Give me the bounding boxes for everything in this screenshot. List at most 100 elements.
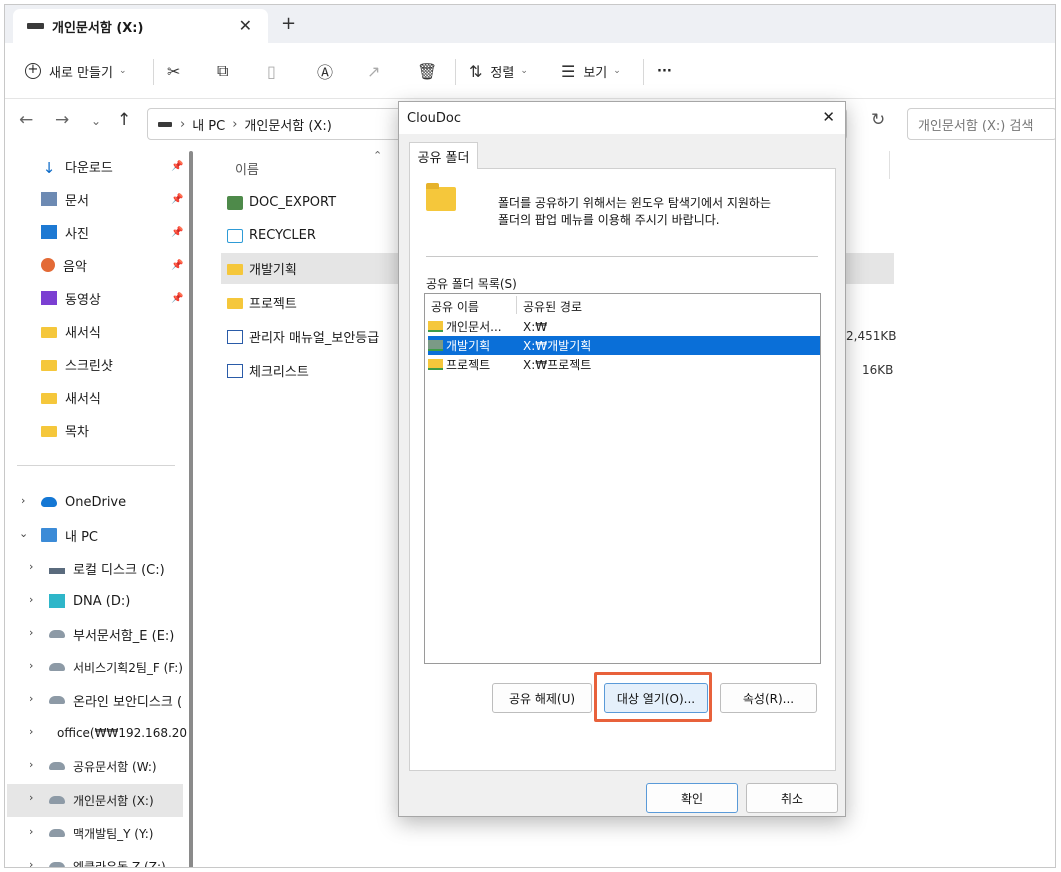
sidebar-item-this-pc[interactable]: 내 PC (41, 520, 98, 550)
chevron-right-icon[interactable]: › (21, 494, 25, 507)
folder-icon (41, 392, 57, 404)
recycler-icon (227, 228, 243, 243)
chevron-down-icon: ⌄ (520, 66, 528, 76)
ok-button[interactable]: 확인 (646, 783, 738, 813)
column-header-name[interactable]: 이름 (235, 159, 259, 178)
sidebar-item-label: 부서문서함_E (E:) (73, 628, 175, 644)
sidebar-item-secure-disk[interactable]: 온라인 보안디스크 ( (49, 685, 187, 715)
new-tab-button[interactable]: + (281, 13, 296, 34)
chevron-down-icon[interactable]: ⌄ (19, 527, 28, 540)
share-button[interactable]: ↗ (367, 57, 388, 85)
unshare-button[interactable]: 공유 해제(U) (492, 683, 592, 713)
sort-ascending-icon: ⌃ (373, 149, 383, 162)
network-drive-icon (49, 762, 65, 770)
column-divider[interactable] (516, 296, 517, 314)
chevron-right-icon[interactable]: › (29, 692, 33, 705)
share-row-selected[interactable]: 개발기획 X:₩개발기획 (428, 336, 820, 355)
recent-chevron-icon[interactable]: ⌄ (91, 114, 101, 128)
chevron-right-icon[interactable]: › (29, 858, 33, 867)
sidebar-item-drive-z[interactable]: 엠클라우독 Z (Z:) (49, 851, 166, 867)
sidebar-item-onedrive[interactable]: OneDrive (41, 487, 126, 517)
shared-folder-list[interactable]: 공유 이름 공유된 경로 개인문서... X:₩ 개발기획 X:₩개발기획 프로… (424, 293, 821, 664)
chevron-down-icon: ⌄ (613, 66, 621, 76)
chevron-right-icon[interactable]: › (29, 626, 33, 639)
chevron-right-icon[interactable]: › (29, 725, 33, 738)
sidebar-item-label: 목차 (65, 424, 89, 440)
sidebar-item-drive-e[interactable]: 부서문서함_E (E:) (49, 619, 174, 649)
copy-button[interactable]: ⧉ (217, 57, 236, 85)
sidebar-item-drive-d[interactable]: DNA (D:) (49, 586, 130, 616)
breadcrumb-personal-drive[interactable]: 개인문서함 (X:) (244, 115, 331, 134)
folder-icon (41, 326, 57, 338)
properties-button[interactable]: 속성(R)... (720, 683, 817, 713)
back-arrow-icon[interactable]: ← (19, 110, 33, 130)
sidebar-item-drive-w[interactable]: 공유문서함 (W:) (49, 751, 157, 781)
delete-button[interactable]: 🗑 (417, 57, 445, 85)
sidebar-item-pictures[interactable]: 사진 (41, 217, 89, 247)
pc-icon (41, 528, 57, 542)
sidebar-item-drive-f[interactable]: 서비스기획2팀_F (F:) (49, 652, 183, 682)
chevron-right-icon[interactable]: › (29, 593, 33, 606)
close-icon[interactable]: ✕ (822, 108, 835, 126)
sidebar-item-music[interactable]: 음악 (41, 250, 87, 280)
breadcrumb-this-pc[interactable]: 내 PC (192, 115, 225, 134)
sort-button[interactable]: ⇅ 정렬 ⌄ (469, 57, 528, 85)
search-input[interactable]: 개인문서함 (X:) 검색 (907, 108, 1055, 140)
document-icon (41, 192, 57, 206)
view-list-icon: ☰ (561, 61, 576, 81)
share-row[interactable]: 프로젝트 X:₩프로젝트 (428, 355, 820, 374)
column-divider[interactable] (889, 151, 890, 179)
sort-icon: ⇅ (469, 61, 483, 81)
sidebar-item-folder[interactable]: 새서식 (41, 316, 101, 346)
sidebar-item-label: OneDrive (65, 494, 127, 510)
sidebar-item-label: 문서 (65, 193, 89, 209)
column-header-share-path[interactable]: 공유된 경로 (523, 298, 582, 315)
drive-icon (27, 23, 44, 29)
chevron-right-icon[interactable]: › (29, 758, 33, 771)
toolbar-divider (455, 59, 456, 85)
cancel-button[interactable]: 취소 (746, 783, 838, 813)
tab-title: 개인문서함 (X:) (52, 20, 144, 36)
sidebar-item-videos[interactable]: 동영상 (41, 283, 101, 313)
close-tab-icon[interactable]: ✕ (239, 16, 252, 35)
more-options-button[interactable]: ··· (657, 57, 672, 85)
video-icon (41, 291, 57, 305)
chevron-right-icon[interactable]: › (29, 825, 33, 838)
download-icon: ↓ (42, 159, 56, 177)
sidebar-item-folder[interactable]: 새서식 (41, 382, 101, 412)
share-row[interactable]: 개인문서... X:₩ (428, 317, 820, 336)
chevron-right-icon[interactable]: › (29, 560, 33, 573)
sidebar-item-folder[interactable]: 스크린샷 (41, 349, 113, 379)
sidebar-scrollbar[interactable] (189, 151, 193, 867)
chevron-right-icon[interactable]: › (29, 659, 33, 672)
sidebar-item-label: 음악 (63, 259, 87, 275)
sidebar-item-label: 맥개발팀_Y (Y:) (73, 826, 154, 841)
sidebar-item-downloads[interactable]: ↓ 다운로드 (41, 151, 113, 181)
sidebar-item-drive-y[interactable]: 맥개발팀_Y (Y:) (49, 818, 153, 848)
sidebar-item-drive-c[interactable]: 로컬 디스크 (C:) (49, 553, 165, 583)
pin-icon: 📌 (171, 194, 184, 205)
rename-button[interactable]: Ⓐ (317, 57, 341, 85)
file-size: 16KB (862, 363, 894, 377)
tab-personal-drive[interactable]: 개인문서함 (X:) ✕ (13, 9, 268, 43)
open-target-button[interactable]: 대상 열기(O)... (604, 683, 708, 713)
new-button[interactable]: + 새로 만들기 ⌄ (25, 57, 126, 85)
up-arrow-icon[interactable]: ↑ (117, 110, 131, 130)
cut-button[interactable]: ✂ (167, 57, 188, 85)
sidebar-item-folder[interactable]: 목차 (41, 415, 89, 445)
chevron-right-icon[interactable]: › (29, 791, 33, 804)
tab-shared-folders[interactable]: 공유 폴더 (409, 142, 478, 169)
sidebar-item-drive-x[interactable]: 개인문서함 (X:) (49, 785, 154, 815)
forward-arrow-icon[interactable]: → (55, 110, 69, 130)
sidebar-item-label: 서비스기획2팀_F (F:) (73, 660, 183, 675)
sidebar-item-documents[interactable]: 문서 (41, 184, 89, 214)
scissors-icon: ✂ (167, 61, 181, 81)
refresh-icon[interactable]: ↻ (871, 110, 885, 130)
view-button[interactable]: ☰ 보기 ⌄ (561, 57, 621, 85)
column-header-share-name[interactable]: 공유 이름 (431, 298, 479, 315)
sidebar-item-office-share[interactable]: office(₩₩192.168.20 (49, 718, 187, 748)
file-name: DOC_EXPORT (249, 195, 337, 210)
paste-button[interactable]: ▯ (267, 57, 284, 85)
dna-drive-icon (49, 594, 65, 608)
share-path: X:₩개발기획 (523, 339, 592, 353)
